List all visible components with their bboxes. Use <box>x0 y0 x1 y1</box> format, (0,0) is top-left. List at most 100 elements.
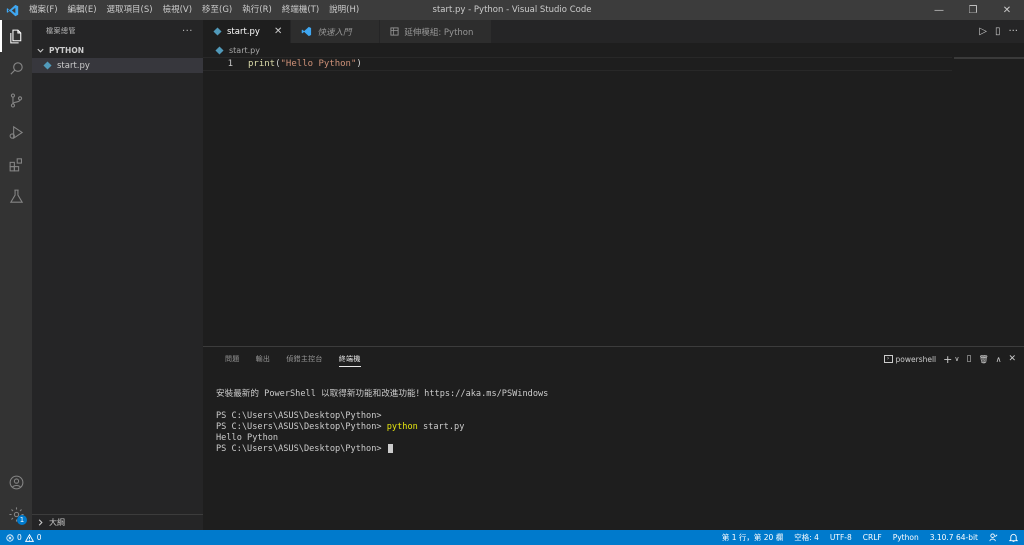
search-icon[interactable] <box>0 52 32 84</box>
outline-section[interactable]: 大綱 <box>32 514 203 530</box>
restore-button[interactable]: ❐ <box>956 0 990 20</box>
extension-file-icon <box>390 27 399 36</box>
outline-label: 大綱 <box>49 518 65 527</box>
tab-debug-console[interactable]: 偵錯主控台 <box>278 347 331 371</box>
indentation[interactable]: 空格: 4 <box>794 532 819 543</box>
language-mode[interactable]: Python <box>893 533 919 542</box>
terminal-line: PS C:\Users\ASUS\Desktop\Python> python … <box>216 422 1011 433</box>
editor-area: start.py ✕ 快速入門 延伸模組: Python ▷ ▯ ··· sta… <box>203 20 1024 346</box>
split-terminal-icon[interactable]: ▯ <box>966 354 971 364</box>
warning-count: 0 <box>36 533 42 542</box>
vscode-logo-icon <box>0 0 24 20</box>
sidebar-title: 檔案總管 <box>46 27 76 35</box>
manage-icon[interactable]: 1 <box>0 498 32 530</box>
breadcrumb-file[interactable]: start.py <box>229 46 260 55</box>
token-string: "Hello Python" <box>280 59 357 69</box>
menu-run[interactable]: 執行(R) <box>237 0 277 20</box>
terminal-cursor <box>387 444 393 453</box>
tab-output[interactable]: 輸出 <box>248 347 279 371</box>
python-file-icon <box>43 61 52 70</box>
panel-actions: › powershell + ∨ ▯ 🗑 ∧ ✕ <box>883 347 1016 371</box>
chevron-right-icon <box>38 519 43 526</box>
window-controls: — ❐ ✕ <box>922 0 1024 20</box>
feedback-icon[interactable] <box>989 533 998 542</box>
terminal-output[interactable]: 安裝最新的 PowerShell 以取得新功能和改進功能！https://aka… <box>203 371 1024 455</box>
menu-terminal[interactable]: 終端機(T) <box>277 0 324 20</box>
terminal-selector[interactable]: › powershell <box>883 354 937 364</box>
run-debug-icon[interactable] <box>0 116 32 148</box>
more-actions-icon[interactable]: ··· <box>182 26 193 37</box>
close-tab-icon[interactable]: ✕ <box>274 26 282 37</box>
explorer-sidebar: 檔案總管 ··· PYTHON start.py 大綱 <box>32 20 203 530</box>
vscode-tab-icon <box>302 26 312 37</box>
token-function: print <box>248 59 276 69</box>
close-window-button[interactable]: ✕ <box>990 0 1024 20</box>
activity-bar: 1 <box>0 20 32 530</box>
tab-start-py[interactable]: start.py ✕ <box>203 20 292 43</box>
tab-label: 快速入門 <box>317 27 352 38</box>
warning-icon <box>24 533 34 542</box>
token-paren: ) <box>356 59 362 69</box>
tab-extension-python[interactable]: 延伸模組: Python <box>380 20 493 43</box>
folder-name: PYTHON <box>49 45 84 55</box>
problems-status[interactable]: 0 0 <box>0 533 42 542</box>
more-actions-icon[interactable]: ··· <box>1008 26 1018 37</box>
explorer-icon[interactable] <box>0 20 32 52</box>
menu-bar: 檔案(F) 編輯(E) 選取項目(S) 檢視(V) 移至(G) 執行(R) 終端… <box>24 0 364 20</box>
python-interpreter[interactable]: 3.10.7 64-bit <box>930 533 978 542</box>
tab-label: start.py <box>227 26 260 37</box>
end-of-line[interactable]: CRLF <box>863 533 882 542</box>
terminal-line: PS C:\Users\ASUS\Desktop\Python> <box>216 444 1011 455</box>
error-icon <box>6 533 14 542</box>
terminal-icon: › <box>883 355 893 363</box>
terminal-panel: 問題 輸出 偵錯主控台 終端機 › powershell + ∨ ▯ 🗑 ∧ ✕… <box>203 346 1024 530</box>
minimize-button[interactable]: — <box>922 0 956 20</box>
python-file-icon <box>215 45 224 55</box>
split-editor-icon[interactable]: ▯ <box>995 26 1001 37</box>
menu-edit[interactable]: 編輯(E) <box>63 0 102 20</box>
menu-file[interactable]: 檔案(F) <box>24 0 63 20</box>
tab-problems[interactable]: 問題 <box>217 347 248 371</box>
menu-view[interactable]: 檢視(V) <box>158 0 197 20</box>
run-python-file-icon[interactable]: ▷ <box>979 26 987 37</box>
terminal-line: 安裝最新的 PowerShell 以取得新功能和改進功能！https://aka… <box>216 389 549 399</box>
tab-label: 延伸模組: Python <box>404 27 474 38</box>
minimap[interactable] <box>954 57 1024 59</box>
breadcrumb[interactable]: start.py <box>203 43 1024 57</box>
kill-terminal-icon[interactable]: 🗑 <box>978 355 988 364</box>
new-terminal-icon[interactable]: + <box>943 353 952 366</box>
menu-help[interactable]: 說明(H) <box>324 0 364 20</box>
file-name: start.py <box>57 60 90 71</box>
editor-actions: ▷ ▯ ··· <box>979 20 1018 43</box>
maximize-panel-icon[interactable]: ∧ <box>996 355 1002 364</box>
source-control-icon[interactable] <box>0 84 32 116</box>
terminal-dropdown-icon[interactable]: ∨ <box>954 355 959 363</box>
title-bar: 檔案(F) 編輯(E) 選取項目(S) 檢視(V) 移至(G) 執行(R) 終端… <box>0 0 1024 20</box>
notifications-bell-icon[interactable] <box>1009 533 1018 542</box>
line-number: 1 <box>227 59 233 69</box>
status-right: 第 1 行，第 20 欄 空格: 4 UTF-8 CRLF Python 3.1… <box>722 530 1018 545</box>
terminal-line: Hello Python <box>216 433 279 443</box>
menu-selection[interactable]: 選取項目(S) <box>102 0 158 20</box>
status-bar: 0 0 第 1 行，第 20 欄 空格: 4 UTF-8 CRLF Python… <box>0 530 1024 545</box>
encoding[interactable]: UTF-8 <box>830 533 852 542</box>
terminal-name: powershell <box>895 354 937 364</box>
terminal-prompt: PS C:\Users\ASUS\Desktop\Python> <box>216 444 387 454</box>
code-line[interactable]: 1 print("Hello Python") <box>203 57 952 71</box>
close-panel-icon[interactable]: ✕ <box>1008 354 1016 364</box>
menu-go[interactable]: 移至(G) <box>197 0 237 20</box>
testing-icon[interactable] <box>0 180 32 212</box>
code-content[interactable]: print("Hello Python") <box>248 59 362 69</box>
terminal-args: start.py <box>417 422 465 432</box>
tab-terminal[interactable]: 終端機 <box>331 347 369 371</box>
sidebar-header: 檔案總管 ··· <box>32 20 203 42</box>
cursor-position[interactable]: 第 1 行，第 20 欄 <box>722 532 783 543</box>
terminal-prompt: PS C:\Users\ASUS\Desktop\Python> <box>216 422 387 432</box>
folder-section-python[interactable]: PYTHON <box>32 42 203 58</box>
accounts-icon[interactable] <box>0 466 32 498</box>
python-file-icon <box>213 27 222 36</box>
extensions-icon[interactable] <box>0 148 32 180</box>
file-item-start-py[interactable]: start.py <box>32 58 203 73</box>
terminal-line: PS C:\Users\ASUS\Desktop\Python> <box>216 411 382 421</box>
tab-get-started[interactable]: 快速入門 <box>291 20 381 43</box>
